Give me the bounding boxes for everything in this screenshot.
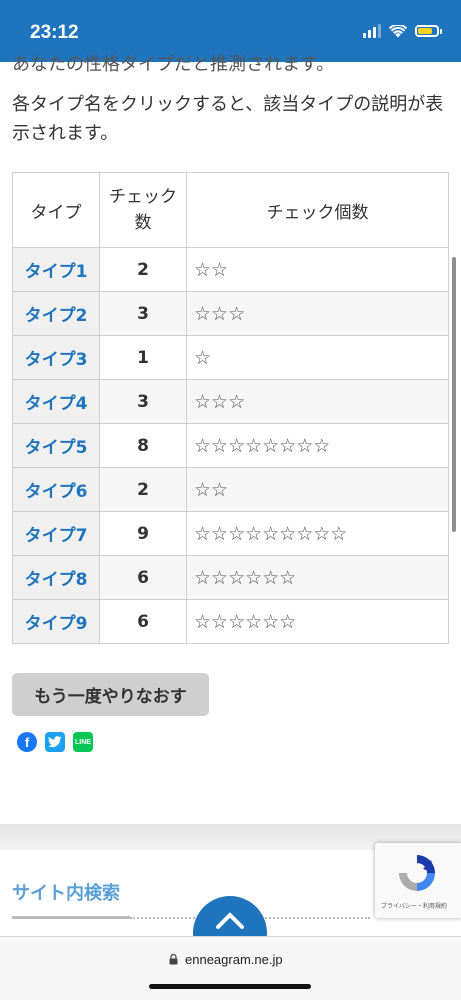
battery-icon <box>415 25 442 37</box>
table-row: タイプ5 8 ☆☆☆☆☆☆☆☆ <box>12 423 449 468</box>
check-stars: ☆☆☆☆☆☆☆☆☆ <box>186 511 449 556</box>
wifi-icon <box>389 24 407 37</box>
status-icons <box>363 24 442 38</box>
facebook-icon[interactable]: f <box>17 732 37 752</box>
twitter-icon[interactable] <box>45 732 65 752</box>
check-stars: ☆☆☆ <box>186 379 449 424</box>
check-count: 8 <box>99 423 187 468</box>
type-link-7[interactable]: タイプ7 <box>25 526 88 546</box>
table-row: タイプ4 3 ☆☆☆ <box>12 379 449 424</box>
table-row: タイプ6 2 ☆☆ <box>12 467 449 512</box>
table-row: タイプ9 6 ☆☆☆☆☆☆ <box>12 599 449 644</box>
check-stars: ☆☆☆ <box>186 291 449 336</box>
scroll-indicator[interactable] <box>452 257 456 532</box>
check-count: 6 <box>99 555 187 600</box>
check-count: 2 <box>99 247 187 292</box>
line-icon[interactable]: LINE <box>73 732 93 752</box>
header-check-stars: チェック個数 <box>186 172 449 248</box>
type-link-4[interactable]: タイプ4 <box>25 394 88 414</box>
recaptcha-icon <box>399 855 435 891</box>
check-count: 1 <box>99 335 187 380</box>
type-link-2[interactable]: タイプ2 <box>25 306 88 326</box>
site-search-title: サイト内検索 <box>12 883 120 904</box>
check-stars: ☆ <box>186 335 449 380</box>
type-link-9[interactable]: タイプ9 <box>25 614 88 634</box>
check-stars: ☆☆☆☆☆☆ <box>186 599 449 644</box>
table-row: タイプ7 9 ☆☆☆☆☆☆☆☆☆ <box>12 511 449 556</box>
type-link-8[interactable]: タイプ8 <box>25 570 88 590</box>
type-link-6[interactable]: タイプ6 <box>25 482 88 502</box>
header-check-count: チェック数 <box>99 172 187 248</box>
check-count: 3 <box>99 291 187 336</box>
home-indicator <box>149 984 311 989</box>
table-row: タイプ3 1 ☆ <box>12 335 449 380</box>
retry-button[interactable]: もう一度やりなおす <box>12 673 209 716</box>
result-text-partial: あなたの性格タイプだと推測されます。 <box>12 54 335 75</box>
recaptcha-privacy-link[interactable]: プライバシー・利用規約 <box>381 901 447 910</box>
check-stars: ☆☆☆☆☆☆ <box>186 555 449 600</box>
type-link-3[interactable]: タイプ3 <box>25 350 88 370</box>
check-stars: ☆☆ <box>186 247 449 292</box>
search-title-underline <box>12 916 130 919</box>
table-row: タイプ2 3 ☆☆☆ <box>12 291 449 336</box>
check-result-table: タイプ チェック数 チェック個数 タイプ1 2 ☆☆ タイプ2 3 ☆☆☆ タイ… <box>12 172 449 644</box>
check-count: 3 <box>99 379 187 424</box>
status-time: 23:12 <box>30 22 79 43</box>
lock-icon <box>169 954 178 965</box>
check-stars: ☆☆ <box>186 467 449 512</box>
chevron-up-icon <box>216 912 244 929</box>
url-text[interactable]: enneagram.ne.jp <box>185 952 283 967</box>
type-link-5[interactable]: タイプ5 <box>25 438 88 458</box>
header-type: タイプ <box>12 172 100 248</box>
browser-url-bar[interactable]: enneagram.ne.jp <box>0 936 461 1000</box>
recaptcha-badge[interactable]: プライバシー・利用規約 <box>375 843 461 918</box>
check-count: 2 <box>99 467 187 512</box>
table-row: タイプ8 6 ☆☆☆☆☆☆ <box>12 555 449 600</box>
table-description: 各タイプ名をクリックすると、該当タイプの説明が表示されます。 <box>12 94 444 144</box>
type-link-1[interactable]: タイプ1 <box>25 262 88 282</box>
check-stars: ☆☆☆☆☆☆☆☆ <box>186 423 449 468</box>
check-count: 6 <box>99 599 187 644</box>
table-row: タイプ1 2 ☆☆ <box>12 247 449 292</box>
signal-icon <box>363 24 381 38</box>
share-buttons: f LINE <box>17 732 93 752</box>
check-count: 9 <box>99 511 187 556</box>
